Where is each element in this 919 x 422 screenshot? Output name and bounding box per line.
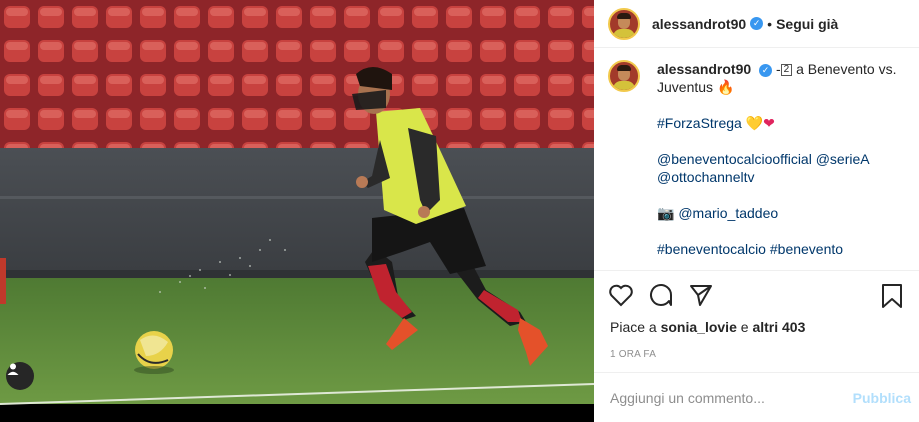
caption-text-1: a Benevento vs. bbox=[796, 61, 897, 77]
comment-input[interactable] bbox=[610, 389, 853, 406]
comment-icon[interactable] bbox=[648, 283, 674, 307]
caption-line-1: alessandrot90 ✓ -2 a Benevento vs. bbox=[657, 60, 903, 78]
header-username[interactable]: alessandrot90 bbox=[652, 16, 746, 32]
likes-middle: e bbox=[740, 319, 749, 335]
verified-badge-icon: ✓ bbox=[759, 64, 773, 77]
user-tag-button[interactable] bbox=[6, 362, 34, 390]
verified-badge-icon: ✓ bbox=[750, 17, 764, 30]
yellow-heart-icon: 💛 bbox=[745, 115, 764, 131]
caption-avatar[interactable] bbox=[608, 60, 640, 92]
red-heart-icon: ❤ bbox=[763, 115, 775, 131]
post-actions: Piace a sonia_lovie e altri 403 1 ORA FA bbox=[594, 270, 919, 380]
mention-ottochanneltv[interactable]: @ottochanneltv bbox=[657, 169, 755, 185]
caption-line-2: Juventus 🔥 bbox=[657, 78, 903, 96]
post-timestamp[interactable]: 1 ORA FA bbox=[610, 349, 656, 360]
caption: alessandrot90 ✓ -2 a Benevento vs. Juven… bbox=[608, 60, 911, 268]
mention-seriea[interactable]: @serieA bbox=[816, 151, 870, 167]
number-box: 2 bbox=[780, 64, 793, 76]
hashtag-benevento[interactable]: #benevento bbox=[770, 241, 843, 257]
hashtag-forzastrega[interactable]: #ForzaStrega bbox=[657, 115, 742, 131]
likes-user[interactable]: sonia_lovie bbox=[661, 319, 737, 335]
post-comment-button[interactable]: Pubblica bbox=[853, 390, 911, 406]
likes-others[interactable]: altri 403 bbox=[752, 319, 805, 335]
post-sidebar: alessandrot90 ✓ • Segui già alessandrot9… bbox=[594, 0, 919, 422]
post-header: alessandrot90 ✓ • Segui già bbox=[594, 0, 919, 48]
mention-mario-taddeo[interactable]: @mario_taddeo bbox=[678, 205, 778, 221]
separator: • bbox=[767, 15, 773, 32]
caption-username[interactable]: alessandrot90 bbox=[657, 61, 751, 77]
user-tag-icon bbox=[7, 363, 19, 375]
share-icon[interactable] bbox=[688, 283, 714, 307]
comment-bar: Pubblica bbox=[594, 372, 919, 422]
post-photo bbox=[0, 0, 594, 422]
mention-beneventocalcioofficial[interactable]: @beneventocalcioofficial bbox=[657, 151, 812, 167]
photo-image bbox=[0, 0, 594, 405]
likes-summary: Piace a sonia_lovie e altri 403 bbox=[610, 319, 805, 335]
follow-button[interactable]: Segui già bbox=[776, 16, 838, 32]
likes-prefix: Piace a bbox=[610, 319, 657, 335]
caption-text-2: Juventus bbox=[657, 79, 714, 95]
heart-icon[interactable] bbox=[608, 283, 634, 307]
camera-icon: 📷 bbox=[657, 205, 675, 221]
bookmark-icon[interactable] bbox=[881, 283, 903, 309]
avatar[interactable] bbox=[608, 7, 640, 40]
hashtag-beneventocalcio[interactable]: #beneventocalcio bbox=[657, 241, 766, 257]
fire-emoji: 🔥 bbox=[716, 79, 735, 95]
